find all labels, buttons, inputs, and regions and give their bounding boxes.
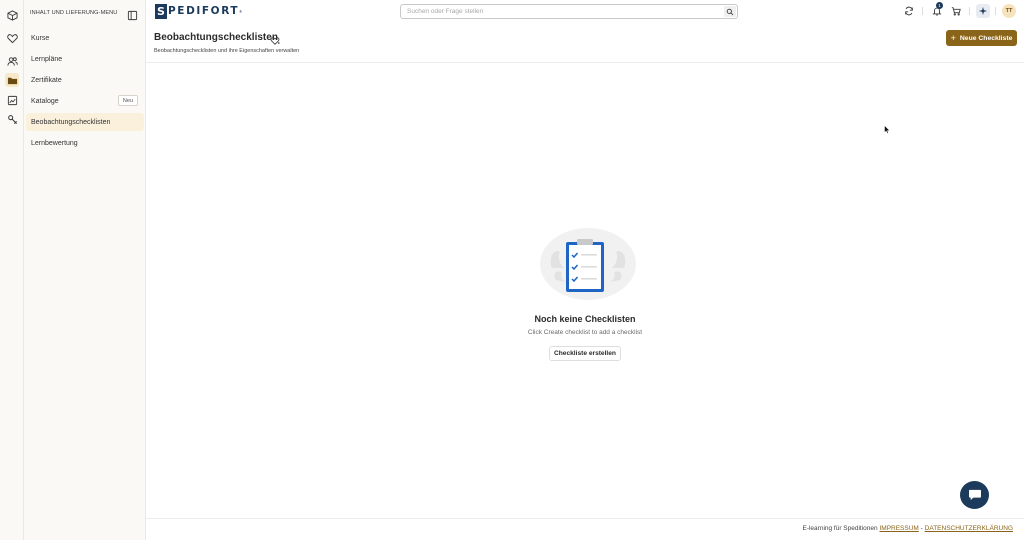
sidebar-header: INHALT UND LIEFERUNG-MENU — [30, 8, 142, 21]
logo-mark: S — [155, 3, 167, 19]
divider — [995, 7, 996, 15]
search-placeholder: Suchen oder Frage stellen — [407, 8, 484, 15]
sidebar-item-kurse[interactable]: Kurse — [26, 29, 144, 47]
sidebar-item-label: Kataloge — [31, 97, 59, 105]
tools-icon[interactable] — [5, 112, 19, 126]
sidebar-item-zertifikate[interactable]: Zertifikate — [26, 71, 144, 89]
new-badge: Neu — [117, 95, 138, 106]
impressum-link[interactable]: IMPRESSUM — [879, 525, 918, 532]
image-report-icon[interactable] — [5, 93, 19, 107]
brand-logo[interactable]: S PEDIFORT ® — [155, 3, 242, 19]
search-icon[interactable] — [724, 6, 736, 17]
folder-icon[interactable] — [5, 73, 19, 87]
cart-icon[interactable] — [950, 5, 962, 17]
cube-icon[interactable] — [5, 8, 19, 22]
app-root: INHALT UND LIEFERUNG-MENU Kurse Lernplän… — [0, 0, 1024, 540]
sparkle-icon — [978, 6, 988, 16]
logo-registered: ® — [239, 8, 243, 14]
plus-icon: + — [950, 32, 956, 43]
divider — [146, 62, 1024, 63]
sidebar-collapse-icon[interactable] — [127, 8, 138, 21]
sidebar-item-label: Beobachtungschecklisten — [31, 118, 111, 126]
sidebar-item-label: Kurse — [31, 34, 50, 42]
refresh-icon[interactable] — [903, 5, 915, 17]
datenschutz-link[interactable]: DATENSCHUTZERKLÄRUNG — [925, 525, 1013, 532]
divider — [969, 7, 970, 15]
top-bar: S PEDIFORT ® Suchen oder Frage stellen 1… — [146, 0, 1024, 24]
logo-text: PEDIFORT — [168, 5, 240, 17]
search-input[interactable]: Suchen oder Frage stellen — [400, 4, 738, 19]
footer: E-learning für Speditionen IMPRESSUM - D… — [802, 525, 1013, 532]
sidebar-title: INHALT UND LIEFERUNG-MENU — [30, 10, 118, 16]
sidebar-item-label: Lernpläne — [31, 55, 63, 63]
sidebar-item-beobachtungschecklisten[interactable]: Beobachtungschecklisten — [26, 113, 144, 131]
footer-separator: - — [920, 525, 923, 532]
page-subtitle: Beobachtungschecklisten und ihre Eigensc… — [154, 48, 300, 54]
notification-count-badge: 1 — [936, 2, 943, 9]
sidebar-item-lernbewertung[interactable]: Lernbewertung — [26, 134, 144, 152]
sidebar-item-label: Lernbewertung — [31, 139, 78, 147]
new-checklist-button[interactable]: + Neue Checkliste — [946, 30, 1017, 46]
chat-bubble-icon — [968, 489, 981, 501]
chat-button[interactable] — [960, 481, 989, 509]
page-title: Beobachtungschecklisten — [154, 32, 278, 43]
sidebar-item-kataloge[interactable]: Kataloge Neu — [26, 92, 144, 110]
users-icon[interactable] — [5, 54, 19, 68]
empty-state-description: Click Create checklist to add a checklis… — [527, 329, 643, 336]
user-avatar[interactable]: TT — [1002, 4, 1016, 18]
content-menu-sidebar: INHALT UND LIEFERUNG-MENU Kurse Lernplän… — [24, 0, 146, 540]
heart-icon[interactable] — [5, 31, 19, 45]
icon-rail — [0, 0, 24, 540]
empty-checklist-illustration — [538, 224, 638, 302]
divider — [922, 7, 923, 15]
mouse-cursor-icon — [884, 125, 890, 134]
empty-state-title: Noch keine Checklisten — [534, 314, 636, 324]
ai-assistant-button[interactable] — [976, 4, 990, 18]
new-checklist-label: Neue Checkliste — [959, 34, 1013, 42]
create-checklist-button[interactable]: Checkliste erstellen — [549, 346, 621, 361]
footer-text: E-learning für Speditionen — [802, 525, 878, 532]
sidebar-item-lernplaene[interactable]: Lernpläne — [26, 50, 144, 68]
divider — [146, 518, 1024, 519]
sidebar-item-label: Zertifikate — [31, 76, 62, 84]
bell-icon[interactable]: 1 — [931, 2, 943, 17]
favorite-add-icon[interactable] — [270, 33, 280, 45]
